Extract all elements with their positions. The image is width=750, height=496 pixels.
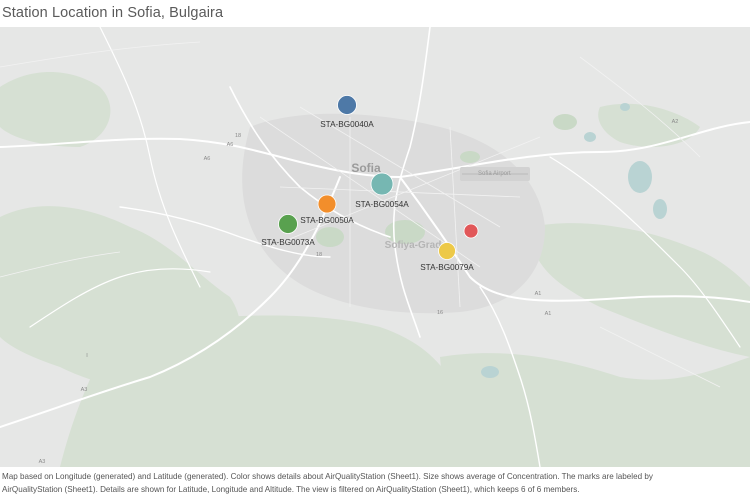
airport: Sofia Airport <box>460 167 530 181</box>
road-label-a6: A6 <box>204 156 211 162</box>
road-label-18-2: 18 <box>316 252 322 258</box>
marker-sta-bg0079a[interactable] <box>439 243 456 260</box>
marker-sta-bg0050a[interactable] <box>318 195 336 213</box>
road-label-a6-2: A6 <box>227 142 234 148</box>
road-label-a1-2: A1 <box>545 311 552 317</box>
city-label: Sofia <box>351 161 381 175</box>
road-label-16: 16 <box>437 310 443 316</box>
page-title: Station Location in Sofia, Bulgaira <box>2 5 223 21</box>
station-label-sta-bg0079a: STA-BG0079A <box>420 263 474 272</box>
station-label-sta-bg0050a: STA-BG0050A <box>300 216 354 225</box>
road-label-18: 18 <box>235 133 241 139</box>
airport-label: Sofia Airport <box>478 171 511 177</box>
station-label-sta-bg0040a: STA-BG0040A <box>320 120 374 129</box>
district-label: Sofiya-Grad <box>385 240 442 251</box>
road-label-a2: A2 <box>672 119 679 125</box>
station-label-sta-bg0054a: STA-BG0054A <box>355 200 409 209</box>
caption-line-1: Map based on Longitude (generated) and L… <box>2 471 748 484</box>
map-caption: Map based on Longitude (generated) and L… <box>2 471 748 496</box>
marker-sta-bg0073a[interactable] <box>279 215 298 234</box>
marker-unlabeled-red[interactable] <box>464 224 478 238</box>
station-label-sta-bg0073a: STA-BG0073A <box>261 238 315 247</box>
road-label-a3: A3 <box>81 387 88 393</box>
marker-sta-bg0054a[interactable] <box>371 173 393 195</box>
road-label-a1: A1 <box>535 291 542 297</box>
marker-sta-bg0040a[interactable] <box>338 96 357 115</box>
caption-line-2: AirQualityStation (Sheet1). Details are … <box>2 484 748 496</box>
map-view[interactable]: Sofia Airport A2 A6 18 A1 16 A1 A6 I A3 … <box>0 27 750 467</box>
road-label-a3-2: A3 <box>39 459 46 465</box>
